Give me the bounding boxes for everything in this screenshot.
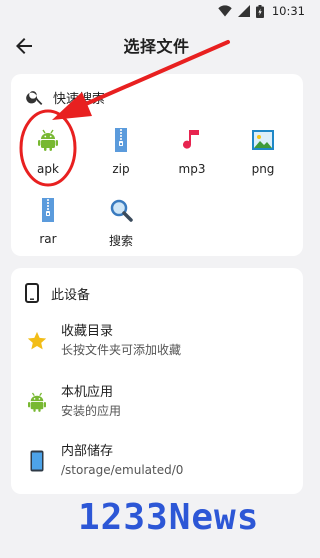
quick-item-search[interactable]: 搜索 <box>91 198 151 249</box>
battery-icon <box>255 4 264 18</box>
quick-search-card: 快速搜索 apk zip mp3 png rar 搜索 <box>11 74 303 256</box>
quick-item-rar[interactable]: rar <box>18 198 78 246</box>
image-icon <box>251 128 275 152</box>
installed-apps-item[interactable]: 本机应用 安装的应用 <box>25 384 121 420</box>
phone-icon <box>25 283 39 303</box>
quick-item-label: mp3 <box>178 162 206 176</box>
device-card: 此设备 收藏目录 长按文件夹可添加收藏 本机应用 安装的应用 内部储存 /sto… <box>11 268 303 494</box>
music-note-icon <box>180 128 204 152</box>
android-icon <box>25 390 49 414</box>
app-bar: 选择文件 <box>0 22 313 68</box>
item-title: 收藏目录 <box>61 324 114 339</box>
page-title: 选择文件 <box>123 37 190 56</box>
device-label: 此设备 <box>51 287 91 303</box>
watermark: 1233News <box>78 497 260 538</box>
quick-item-zip[interactable]: zip <box>91 128 151 176</box>
wifi-icon <box>218 5 232 17</box>
item-subtitle: 长按文件夹可添加收藏 <box>61 343 182 357</box>
status-time: 10:31 <box>271 4 305 18</box>
back-arrow-icon[interactable] <box>12 34 36 58</box>
quick-item-label: zip <box>112 162 130 176</box>
quick-item-label: apk <box>37 162 59 176</box>
item-title: 本机应用 <box>61 385 114 400</box>
zip-file-icon <box>109 128 133 152</box>
quick-item-label: png <box>251 162 275 176</box>
quick-search-label: 快速搜索 <box>53 91 106 107</box>
quick-item-label: 搜索 <box>108 234 133 248</box>
signal-icon <box>237 5 250 17</box>
rar-file-icon <box>36 198 60 222</box>
item-subtitle: /storage/emulated/0 <box>61 463 184 477</box>
quick-item-mp3[interactable]: mp3 <box>162 128 222 176</box>
android-icon <box>36 128 60 152</box>
star-icon <box>25 329 49 353</box>
quick-item-png[interactable]: png <box>233 128 293 176</box>
status-bar: 10:31 <box>0 0 313 22</box>
item-subtitle: 安装的应用 <box>61 404 122 418</box>
internal-storage-item[interactable]: 内部储存 /storage/emulated/0 <box>25 443 183 479</box>
favorites-item[interactable]: 收藏目录 长按文件夹可添加收藏 <box>25 323 181 359</box>
device-header: 此设备 <box>25 283 90 303</box>
quick-item-label: rar <box>39 232 57 246</box>
item-title: 内部储存 <box>61 444 114 459</box>
search-icon <box>109 198 133 222</box>
search-icon <box>26 91 43 105</box>
phone-icon <box>25 449 49 473</box>
quick-item-apk[interactable]: apk <box>18 128 78 176</box>
quick-search-header: 快速搜索 <box>25 87 105 107</box>
